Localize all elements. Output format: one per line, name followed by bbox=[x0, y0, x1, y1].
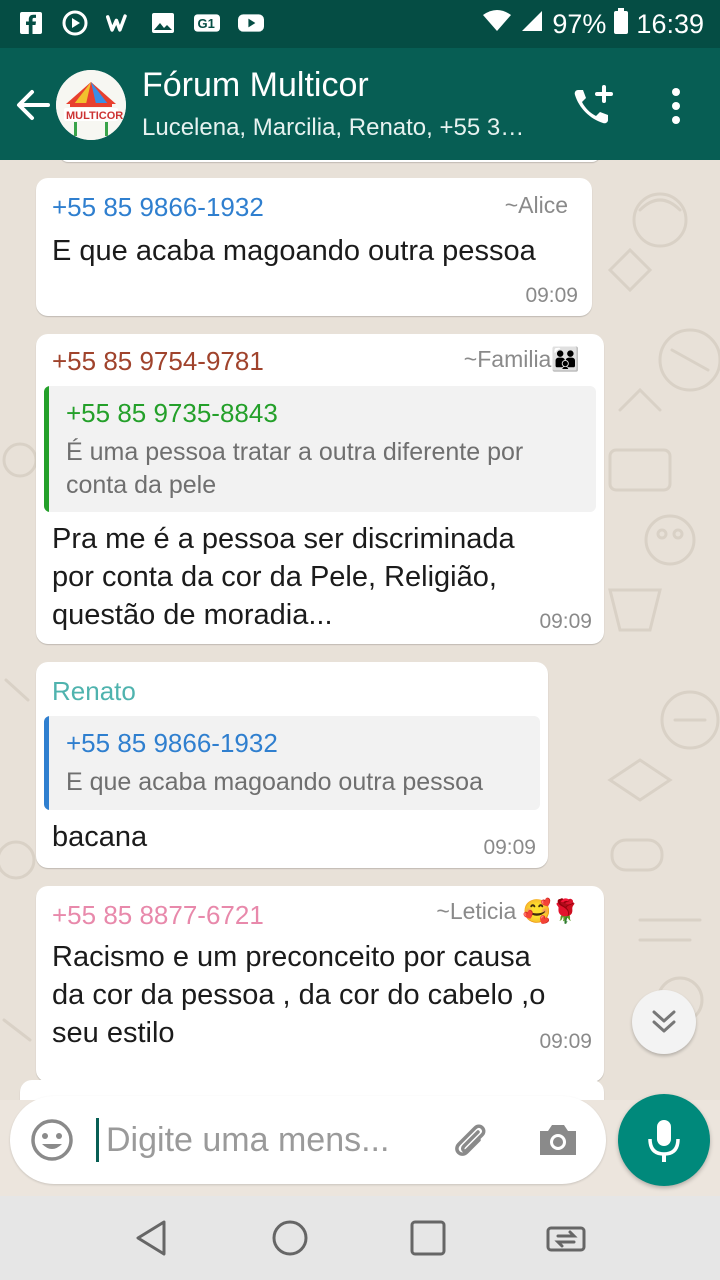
message-input[interactable]: Digite uma mens... bbox=[106, 1118, 389, 1162]
battery-icon bbox=[614, 8, 629, 41]
g1-icon: G1 bbox=[194, 10, 220, 36]
emoji-icon[interactable] bbox=[30, 1118, 74, 1162]
avatar-logo-text: MULTICOR bbox=[66, 110, 123, 122]
message-text: E que acaba magoando outra pessoa bbox=[52, 232, 536, 270]
quote-bar bbox=[44, 386, 49, 512]
add-call-icon[interactable] bbox=[570, 84, 614, 128]
message-bubble[interactable]: Renato +55 85 9866-1932 E que acaba mago… bbox=[36, 662, 548, 868]
nav-recents-icon[interactable] bbox=[406, 1216, 450, 1260]
message-line: da cor da pessoa , da cor do cabelo ,o bbox=[52, 979, 546, 1011]
message-line: por conta da cor da Pele, Religião, bbox=[52, 561, 497, 593]
quoted-text: É uma pessoa tratar a outra diferente po… bbox=[66, 436, 523, 502]
voice-message-button[interactable] bbox=[618, 1094, 710, 1186]
message-text: Pra me é a pessoa ser discriminada por c… bbox=[52, 520, 515, 634]
message-time: 09:09 bbox=[525, 284, 578, 307]
clock: 16:39 bbox=[636, 9, 704, 39]
quoted-message[interactable]: +55 85 9735-8843 É uma pessoa tratar a o… bbox=[44, 386, 596, 512]
quoted-line: E que acaba magoando outra pessoa bbox=[66, 768, 483, 796]
message-bubble[interactable]: +55 85 9754-9781 ~Familia👪 +55 85 9735-8… bbox=[36, 334, 604, 644]
message-text: bacana bbox=[52, 818, 147, 856]
group-avatar[interactable]: MULTICOR bbox=[56, 70, 126, 140]
scroll-to-bottom-button[interactable] bbox=[632, 990, 696, 1054]
message-line: bacana bbox=[52, 821, 148, 853]
message-line: seu estilo bbox=[52, 1017, 175, 1049]
message-time: 09:09 bbox=[539, 1030, 592, 1053]
svg-text:G1: G1 bbox=[197, 16, 214, 31]
nav-back-icon[interactable] bbox=[130, 1216, 174, 1260]
camera-icon[interactable] bbox=[536, 1118, 580, 1162]
message-time: 09:09 bbox=[539, 610, 592, 633]
wifi-icon bbox=[482, 9, 512, 40]
message-line: Pra me é a pessoa ser discriminada bbox=[52, 523, 515, 555]
double-chevron-down-icon bbox=[652, 1010, 676, 1033]
nav-home-icon[interactable] bbox=[268, 1216, 312, 1260]
sender-alias: ~Familia👪 bbox=[463, 346, 580, 372]
facebook-icon bbox=[18, 10, 44, 36]
message-line: Racismo e um preconceito por causa bbox=[52, 941, 531, 973]
quote-bar bbox=[44, 716, 49, 810]
message-sender[interactable]: +55 85 8877-6721 bbox=[52, 900, 264, 931]
wattpad-icon bbox=[106, 10, 132, 36]
message-sender[interactable]: Renato bbox=[52, 676, 136, 707]
chat-header: MULTICOR Fórum Multicor Lucelena, Marcil… bbox=[0, 48, 720, 160]
system-navigation-bar bbox=[0, 1196, 720, 1280]
signal-icon bbox=[520, 9, 544, 40]
more-options-icon[interactable] bbox=[664, 84, 688, 128]
chat-area[interactable]: +55 85 9866-1932 ~Alice E que acaba mago… bbox=[0, 160, 720, 1100]
message-bubble-partial bbox=[60, 160, 600, 162]
message-line: questão de moradia... bbox=[52, 599, 333, 631]
play-icon bbox=[62, 10, 88, 36]
battery-percent: 97% bbox=[552, 9, 607, 39]
quoted-message[interactable]: +55 85 9866-1932 E que acaba magoando ou… bbox=[44, 716, 540, 810]
message-sender[interactable]: +55 85 9866-1932 bbox=[52, 192, 264, 223]
chat-title[interactable]: Fórum Multicor bbox=[142, 66, 369, 105]
quoted-text: E que acaba magoando outra pessoa bbox=[66, 766, 483, 799]
quoted-line: É uma pessoa tratar a outra diferente po… bbox=[66, 438, 524, 466]
message-bubble[interactable]: +55 85 8877-6721 ~Leticia 🥰🌹 Racismo e u… bbox=[36, 886, 604, 1082]
youtube-icon bbox=[238, 10, 264, 36]
message-bubble[interactable]: +55 85 9866-1932 ~Alice E que acaba mago… bbox=[36, 178, 592, 316]
message-composer[interactable]: Digite uma mens... bbox=[10, 1096, 606, 1184]
status-bar: G1 97% 16:39 bbox=[0, 0, 720, 48]
message-text: Racismo e um preconceito por causa da co… bbox=[52, 938, 545, 1052]
attach-clip-icon[interactable] bbox=[448, 1118, 492, 1162]
quoted-line: conta da pele bbox=[66, 471, 217, 499]
back-arrow-icon[interactable] bbox=[14, 86, 52, 124]
message-time: 09:09 bbox=[483, 836, 536, 859]
microphone-icon bbox=[648, 1120, 680, 1162]
chat-participants[interactable]: Lucelena, Marcilia, Renato, +55 3… bbox=[142, 114, 542, 142]
text-cursor bbox=[96, 1118, 99, 1162]
message-sender[interactable]: +55 85 9754-9781 bbox=[52, 346, 264, 377]
gallery-icon bbox=[150, 10, 176, 36]
message-line: E que acaba magoando outra pessoa bbox=[52, 235, 536, 267]
quoted-sender: +55 85 9866-1932 bbox=[66, 728, 278, 758]
sender-alias: ~Alice bbox=[504, 192, 568, 218]
sender-alias: ~Leticia 🥰🌹 bbox=[436, 898, 580, 924]
quoted-sender: +55 85 9735-8843 bbox=[66, 398, 278, 428]
nav-switch-app-icon[interactable] bbox=[544, 1216, 588, 1260]
